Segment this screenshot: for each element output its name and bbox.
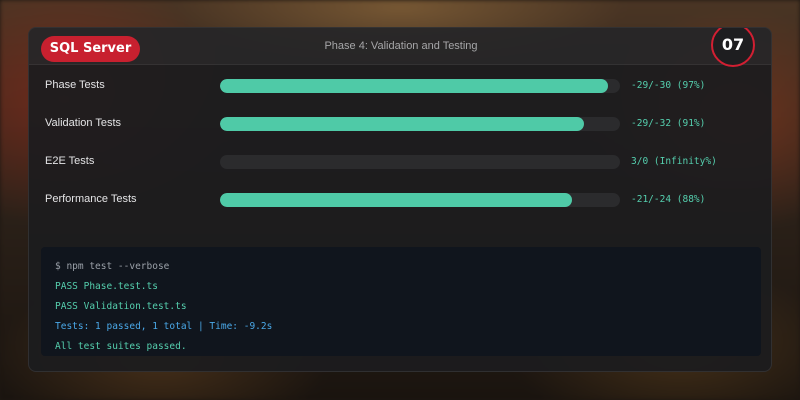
terminal-line-command: $ npm test --verbose <box>55 261 170 272</box>
test-label: Phase Tests <box>45 79 105 91</box>
test-row-performance: Performance Tests -21/-24 (88%) <box>29 190 771 210</box>
terminal-line-result: All test suites passed. <box>55 341 187 352</box>
test-label: Validation Tests <box>45 117 122 129</box>
test-row-validation: Validation Tests -29/-32 (91%) <box>29 114 771 134</box>
terminal-line-summary: Tests: 1 passed, 1 total | Time: -9.2s <box>55 321 273 332</box>
terminal-line-pass: PASS Validation.test.ts <box>55 301 187 312</box>
terminal-line-pass: PASS Phase.test.ts <box>55 281 158 292</box>
phase-title: Phase 4: Validation and Testing <box>324 40 478 52</box>
database-badge: SQL Server <box>41 36 140 62</box>
test-label: Performance Tests <box>45 193 137 205</box>
testing-panel: SQL Server Phase 4: Validation and Testi… <box>28 27 772 372</box>
test-row-e2e: E2E Tests 3/0 (Infinity%) <box>29 152 771 172</box>
progress-track <box>220 79 620 93</box>
progress-track <box>220 155 620 169</box>
progress-fill <box>220 79 608 93</box>
panel-header: SQL Server Phase 4: Validation and Testi… <box>29 28 771 65</box>
test-value: -29/-32 (91%) <box>631 118 706 129</box>
test-value: 3/0 (Infinity%) <box>631 156 717 167</box>
progress-track <box>220 193 620 207</box>
test-label: E2E Tests <box>45 155 95 167</box>
test-row-phase: Phase Tests -29/-30 (97%) <box>29 76 771 96</box>
test-value: -21/-24 (88%) <box>631 194 706 205</box>
progress-track <box>220 117 620 131</box>
progress-fill <box>220 193 572 207</box>
terminal-output: $ npm test --verbose PASS Phase.test.ts … <box>41 247 761 356</box>
progress-fill <box>220 117 584 131</box>
test-value: -29/-30 (97%) <box>631 80 706 91</box>
